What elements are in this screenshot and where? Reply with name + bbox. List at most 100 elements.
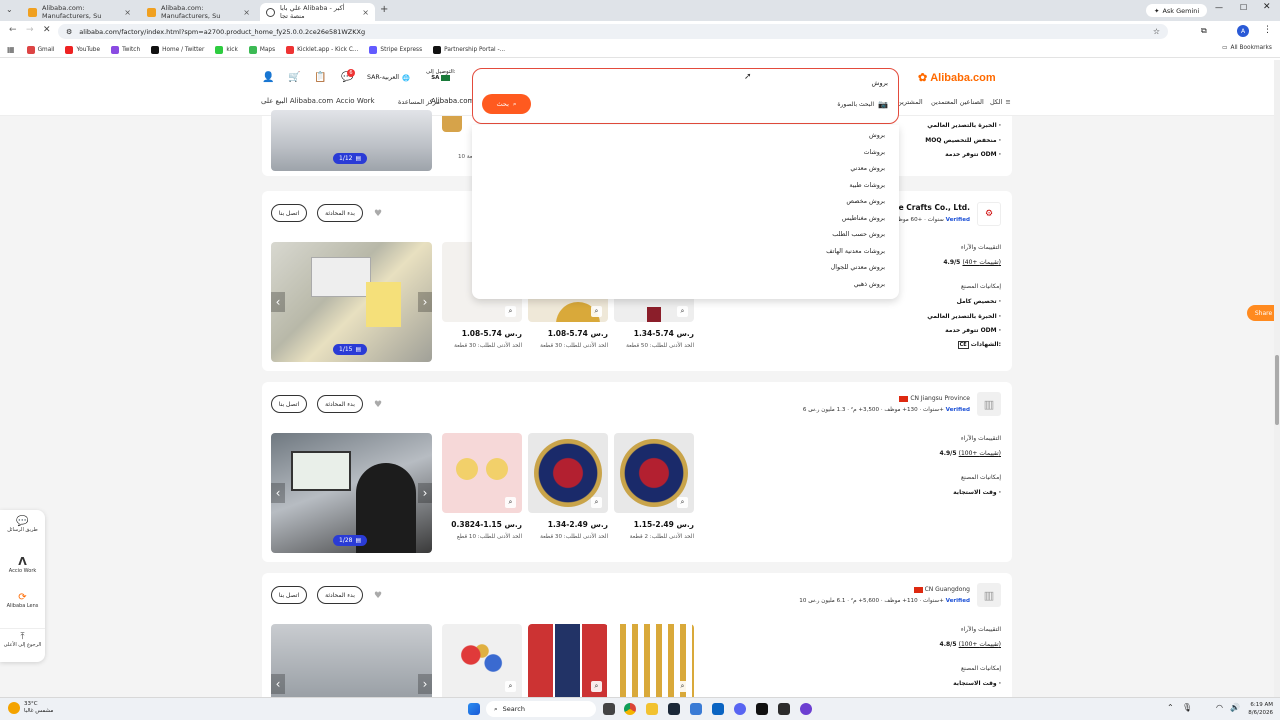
reviews-link[interactable]: (100+ تقييمات) [959, 450, 1001, 457]
messages-button[interactable]: 💬 طريق الرسائل [0, 516, 45, 533]
all-bookmarks[interactable]: ▭ All Bookmarks [1222, 45, 1272, 51]
tab-2[interactable]: Alibaba.com: Manufacturers, Su × [141, 3, 256, 21]
bookmark-star-icon[interactable]: ☆ [1153, 27, 1160, 36]
tab-1[interactable]: Alibaba.com: Manufacturers, Su × [22, 3, 137, 21]
store-icon[interactable] [690, 703, 702, 715]
bookmark-youtube[interactable]: YouTube [65, 45, 100, 54]
extensions-icon[interactable]: ⧉ [1201, 26, 1207, 36]
menu-icon[interactable]: ⋮ [1263, 25, 1272, 35]
task-view-icon[interactable] [603, 703, 615, 715]
reviews-link[interactable]: (40+ تقييمات) [962, 259, 1001, 266]
orders-icon[interactable]: 📋 [314, 72, 326, 83]
suggestion-item[interactable]: بروشات طبية [849, 182, 885, 189]
cart-icon[interactable]: 🛒 [288, 72, 300, 83]
maximize-button[interactable]: ☐ [1240, 3, 1247, 12]
scrollbar-thumb[interactable] [1275, 355, 1279, 425]
bookmark-kicklet[interactable]: Kicklet.app - Kick C... [286, 45, 358, 54]
discord-icon[interactable] [734, 703, 746, 715]
tab-3-active[interactable]: علي بابا Alibaba - أكبر منصة تجا × [260, 3, 375, 21]
alibaba-logo[interactable]: ✿ Alibaba.com [918, 71, 996, 85]
factory-image[interactable]: ‹ › 1/28 ▤ [271, 433, 432, 553]
nav-all[interactable]: الكل ≡ [990, 98, 1011, 106]
factory-image[interactable]: ‹ › [271, 624, 432, 697]
contact-us-button[interactable]: اتصل بنا [271, 395, 307, 413]
product-image[interactable]: ⌕ [442, 624, 522, 697]
suggestion-item[interactable]: بروش مغناطيس [842, 215, 885, 222]
ask-gemini-button[interactable]: ✦ Ask Gemini [1146, 4, 1208, 17]
clock[interactable]: 6:19 AM 8/6/2026 [1243, 701, 1273, 717]
factory-image[interactable]: 1/12 ▤ [271, 110, 432, 171]
prev-image-arrow[interactable]: ‹ [271, 483, 285, 503]
bookmark-gmail[interactable]: Gmail [26, 45, 54, 54]
rating[interactable]: 4.9/5 (40+ تقييمات) [943, 259, 1001, 266]
image-search-icon[interactable]: ⌕ [677, 681, 688, 692]
profile-avatar[interactable]: A [1237, 25, 1249, 37]
url-field[interactable]: ⚙ alibaba.com/factory/index.html?spm=a27… [58, 24, 1168, 39]
product-image[interactable]: ⌕ [442, 433, 522, 513]
windows-start-icon[interactable] [468, 703, 480, 715]
suggestion-item[interactable]: بروش [869, 132, 885, 139]
nav-verified-manufacturers[interactable]: الصناعين المعتمدين [931, 98, 984, 106]
next-image-arrow[interactable]: › [418, 483, 432, 503]
bookmark-stripe[interactable]: Stripe Express [369, 45, 422, 54]
language-currency[interactable]: SAR-العربية 🌐 [367, 74, 410, 82]
image-search-icon[interactable]: ⌕ [677, 306, 688, 317]
suggestion-item[interactable]: بروشات معدنية الهاتف [826, 248, 885, 255]
image-search-icon[interactable]: ⌕ [505, 497, 516, 508]
mail-icon[interactable] [712, 703, 724, 715]
close-tab-icon[interactable]: × [243, 8, 250, 17]
close-tab-icon[interactable]: × [124, 8, 131, 17]
minimize-button[interactable]: — [1215, 3, 1223, 12]
favorite-heart-icon[interactable]: ♥ [374, 209, 382, 219]
favorite-heart-icon[interactable]: ♥ [374, 591, 382, 601]
apps-icon[interactable]: ▦ [7, 45, 15, 54]
capcut-icon[interactable] [756, 703, 768, 715]
suggestion-item[interactable]: بروش معدني للجوال [831, 264, 885, 271]
bookmark-maps[interactable]: Maps [248, 45, 275, 54]
image-search-icon[interactable]: ⌕ [591, 497, 602, 508]
favorite-heart-icon[interactable]: ♥ [374, 400, 382, 410]
weather-widget[interactable]: 33°C مشمس غالبا [8, 701, 53, 715]
rating[interactable]: 4.8/5 (100+ تقييمات) [940, 641, 1001, 648]
product-image[interactable]: ⌕ [614, 624, 694, 697]
reviews-link[interactable]: (100+ تقييمات) [959, 641, 1001, 648]
image-search-icon[interactable]: ⌕ [505, 306, 516, 317]
accio-work-button[interactable]: Λ Accio Work [0, 555, 45, 574]
mic-icon[interactable]: 🎙 [1182, 703, 1192, 712]
nav-help-center[interactable]: مركز المساعدة [398, 98, 440, 106]
taskbar-search[interactable]: ⌕ Search [486, 701, 596, 717]
nav-accio-work[interactable]: Accio Work [336, 97, 375, 105]
bookmark-kick[interactable]: kick [215, 45, 238, 54]
next-image-arrow[interactable]: › [418, 674, 432, 694]
user-icon[interactable]: 👤 [262, 72, 274, 83]
alibaba-lens-button[interactable]: ⟳ Alibaba Lens [0, 592, 45, 609]
company-logo-placeholder-icon[interactable]: ▥ [977, 583, 1001, 607]
contact-us-button[interactable]: اتصل بنا [271, 586, 307, 604]
back-icon[interactable]: ← [9, 25, 17, 35]
bookmark-partnership[interactable]: Partnership Portal -... [433, 45, 505, 54]
company-logo[interactable]: ⚙ [977, 202, 1001, 226]
tray-chevron-icon[interactable]: ⌃ [1167, 703, 1174, 712]
suggestion-item[interactable]: بروش مخصص [846, 198, 885, 205]
suggestion-item[interactable]: بروشات [864, 149, 885, 156]
image-search-icon[interactable]: ⌕ [591, 681, 602, 692]
image-search-button[interactable]: البحث بالصورة 📷 [837, 100, 888, 109]
prev-image-arrow[interactable]: ‹ [271, 674, 285, 694]
image-search-icon[interactable]: ⌕ [677, 497, 688, 508]
stop-icon[interactable]: ✕ [43, 25, 51, 35]
product-image[interactable]: ⌕ [528, 433, 608, 513]
start-chat-button[interactable]: بدء المحادثة [317, 204, 363, 222]
close-tab-icon[interactable]: × [362, 8, 369, 17]
company-logo-placeholder-icon[interactable]: ▥ [977, 392, 1001, 416]
bookmark-twitter[interactable]: Home / Twitter [151, 45, 204, 54]
nav-sell-on-alibaba[interactable]: البيع على Alibaba.com [261, 97, 333, 105]
bookmark-twitch[interactable]: Twitch [111, 45, 140, 54]
start-chat-button[interactable]: بدء المحادثة [317, 395, 363, 413]
product-image[interactable]: ⌕ [614, 433, 694, 513]
prev-image-arrow[interactable]: ‹ [271, 292, 285, 312]
search-button[interactable]: بحث ⌕ [482, 94, 531, 114]
search-input[interactable]: بروش [872, 79, 888, 87]
image-search-icon[interactable]: ⌕ [505, 681, 516, 692]
forward-icon[interactable]: → [26, 25, 34, 35]
product-image-partial[interactable] [442, 116, 462, 132]
